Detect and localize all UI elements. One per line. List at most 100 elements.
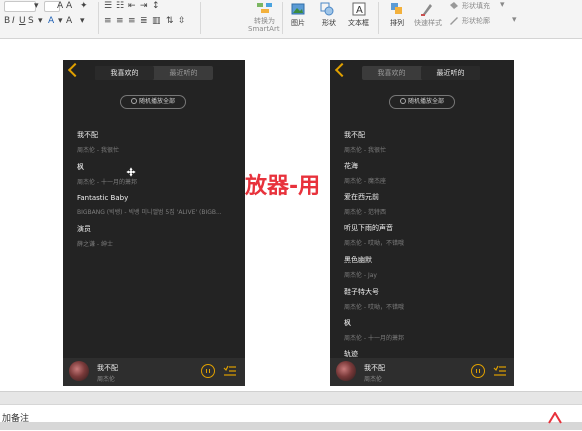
paint-bucket-icon[interactable] <box>448 1 460 11</box>
italic-icon[interactable]: I <box>12 16 15 26</box>
pen-icon[interactable] <box>448 15 460 25</box>
list-item[interactable]: 花海 周杰伦 - 魔杰座 <box>344 161 504 185</box>
song-title: 爱在西元前 <box>344 193 379 201</box>
now-playing-bar[interactable]: 我不配 周杰伦 <box>63 358 245 386</box>
phone-mockup-favorites[interactable]: 我喜欢的 最近听的 随机播放全部 我不配 周杰伦 - 我很忙 枫 周杰伦 - 十… <box>63 60 245 386</box>
list-item[interactable]: 枫 周杰伦 - 十一月的萧邦 <box>77 162 237 186</box>
list-item[interactable]: Fantastic Baby BIGBANG (빅뱅) - 빅뱅 미니앨범 5집… <box>77 194 237 216</box>
list-item[interactable]: 爱在西元前 周杰伦 - 范特西 <box>344 192 504 216</box>
font-name-box[interactable] <box>4 1 36 12</box>
indent-increase-icon[interactable]: ⇥ <box>140 1 148 11</box>
increase-font-icon[interactable]: A <box>57 1 63 11</box>
shuffle-all-label: 随机播放全部 <box>138 98 175 105</box>
chevron-down-icon[interactable]: ▾ <box>38 16 43 26</box>
album-art <box>69 361 89 381</box>
song-artist: 周杰伦 - 我很忙 <box>77 147 119 154</box>
align-center-icon[interactable]: ≡ <box>116 16 124 26</box>
align-right-icon[interactable]: ≡ <box>128 16 136 26</box>
move-cursor-icon <box>126 167 136 177</box>
ribbon-toolbar: ▾ A A ✦ B I U S ▾ A ▾ A ▾ ☰ ☷ ⇤ ⇥ ↕ ≡ ≡ … <box>0 0 582 39</box>
now-playing-artist: 周杰伦 <box>364 376 383 383</box>
underline-icon[interactable]: U <box>19 16 26 26</box>
indent-decrease-icon[interactable]: ⇤ <box>128 1 136 11</box>
list-item[interactable]: 听见下雨的声音 周杰伦 - 哎呦，不错哦 <box>344 223 504 247</box>
song-title: 听见下雨的声音 <box>344 224 393 232</box>
ribbon-divider <box>98 2 99 34</box>
decrease-font-icon[interactable]: A <box>66 1 72 11</box>
song-title: 我不配 <box>77 131 98 139</box>
song-artist: 周杰伦 - 哎呦，不错哦 <box>344 304 404 311</box>
list-item[interactable]: 演员 薛之谦 - 绅士 <box>77 224 237 248</box>
song-artist: 周杰伦 - 魔杰座 <box>344 178 386 185</box>
shape-icon[interactable] <box>320 2 334 16</box>
song-artist: 周杰伦 - 十一月的萧邦 <box>344 335 404 342</box>
textbox-label[interactable]: 文本框 <box>348 18 369 28</box>
columns-icon[interactable]: ▥ <box>152 16 161 26</box>
picture-icon[interactable] <box>291 2 305 16</box>
tab-bar: 我喜欢的 最近听的 <box>362 66 480 80</box>
song-artist: 周杰伦 - Jay <box>344 272 377 279</box>
back-chevron-icon[interactable] <box>67 62 83 78</box>
back-chevron-icon[interactable] <box>334 62 350 78</box>
playlist-icon[interactable] <box>223 364 237 378</box>
smartart-icon[interactable] <box>256 1 274 15</box>
bullets-icon[interactable]: ☰ <box>104 1 112 11</box>
arrange-label[interactable]: 排列 <box>390 18 404 28</box>
now-playing-artist: 周杰伦 <box>97 376 116 383</box>
tab-favorites[interactable]: 我喜欢的 <box>362 66 421 80</box>
numbering-icon[interactable]: ☷ <box>116 1 124 11</box>
quick-styles-label[interactable]: 快速样式 <box>414 18 442 28</box>
list-item[interactable]: 我不配 周杰伦 - 我很忙 <box>344 130 504 154</box>
tab-favorites[interactable]: 我喜欢的 <box>95 66 154 80</box>
bold-icon[interactable]: B <box>4 16 10 26</box>
shape-label[interactable]: 形状 <box>322 18 336 28</box>
song-title: Fantastic Baby <box>77 194 129 202</box>
ribbon-divider <box>200 2 201 34</box>
song-title: 鞋子特大号 <box>344 288 379 296</box>
now-playing-title: 我不配 <box>97 364 118 372</box>
chevron-down-icon[interactable]: ▾ <box>58 16 63 26</box>
chevron-down-icon[interactable]: ▾ <box>500 0 505 10</box>
now-playing-title: 我不配 <box>364 364 385 372</box>
slide-scroll-area <box>0 391 582 404</box>
tab-recent[interactable]: 最近听的 <box>421 66 480 80</box>
phone-mockup-recent[interactable]: 我喜欢的 最近听的 随机播放全部 我不配 周杰伦 - 我很忙 花海 周杰伦 - … <box>330 60 514 386</box>
shuffle-all-button[interactable]: 随机播放全部 <box>120 95 186 109</box>
shape-fill-label[interactable]: 形状填充 <box>462 1 490 11</box>
textbox-icon[interactable]: A <box>352 2 366 16</box>
shuffle-all-button[interactable]: 随机播放全部 <box>389 95 455 109</box>
arrange-icon[interactable] <box>390 2 404 16</box>
song-artist: 周杰伦 - 哎呦，不错哦 <box>344 240 404 247</box>
pause-icon[interactable] <box>201 364 215 378</box>
align-text-icon[interactable]: ⇳ <box>178 16 186 26</box>
play-circle-icon <box>399 97 406 104</box>
slide-title-text[interactable]: 放器-用 <box>245 168 320 200</box>
song-title: 枫 <box>77 163 84 171</box>
now-playing-bar[interactable]: 我不配 周杰伦 <box>330 358 514 386</box>
shadow-icon[interactable]: S <box>28 16 34 26</box>
song-title: 黑色幽默 <box>344 256 372 264</box>
align-left-icon[interactable]: ≡ <box>104 16 112 26</box>
chevron-down-icon[interactable]: ▾ <box>512 15 517 25</box>
clear-format-icon[interactable]: ✦ <box>80 1 88 11</box>
list-item[interactable]: 枫 周杰伦 - 十一月的萧邦 <box>344 318 504 342</box>
list-item[interactable]: 我不配 周杰伦 - 我很忙 <box>77 130 237 154</box>
list-item[interactable]: 黑色幽默 周杰伦 - Jay <box>344 255 504 279</box>
list-item[interactable]: 鞋子特大号 周杰伦 - 哎呦，不错哦 <box>344 287 504 311</box>
chevron-down-icon[interactable]: ▾ <box>80 16 85 26</box>
quick-styles-icon[interactable] <box>420 2 434 16</box>
font-color-icon[interactable]: A <box>48 16 54 26</box>
text-direction-icon[interactable]: ⇅ <box>166 16 174 26</box>
tab-recent[interactable]: 最近听的 <box>154 66 213 80</box>
picture-label[interactable]: 图片 <box>291 18 305 28</box>
shape-outline-label[interactable]: 形状轮廓 <box>462 16 490 26</box>
album-art <box>336 361 356 381</box>
ribbon-divider <box>378 2 379 34</box>
playlist-icon[interactable] <box>493 364 507 378</box>
song-title: 我不配 <box>344 131 365 139</box>
line-spacing-icon[interactable]: ↕ <box>152 1 160 11</box>
pause-icon[interactable] <box>471 364 485 378</box>
chevron-down-icon[interactable]: ▾ <box>34 1 39 11</box>
spacing-icon[interactable]: A <box>66 16 72 26</box>
justify-icon[interactable]: ≣ <box>140 16 148 26</box>
